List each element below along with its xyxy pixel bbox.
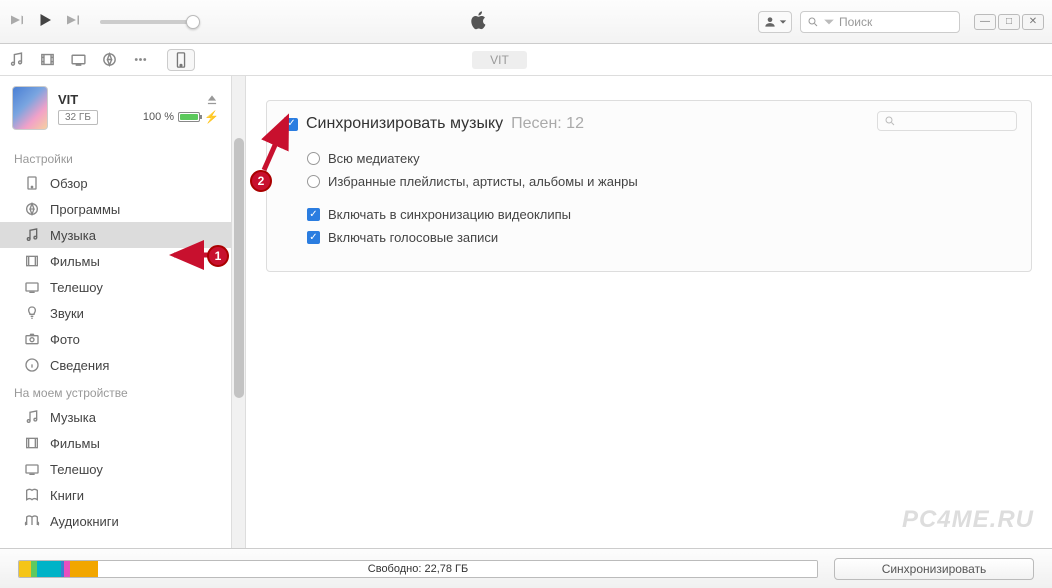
sidebar-item-info[interactable]: Сведения: [0, 352, 231, 378]
main-area: VIT 32 ГБ 100 % ⚡ Настройки Обзор Програ…: [0, 76, 1052, 548]
device-pill: VIT: [472, 51, 527, 69]
movies-tab-icon[interactable]: [39, 51, 56, 68]
top-toolbar: Поиск — □ ✕: [0, 0, 1052, 44]
apps-tab-icon[interactable]: [101, 51, 118, 68]
prev-icon[interactable]: [8, 11, 26, 32]
ondevice-item-books[interactable]: Книги: [0, 482, 231, 508]
maximize-button[interactable]: □: [998, 14, 1020, 30]
sidebar-scrollbar[interactable]: [232, 76, 246, 548]
library-tabs: VIT: [0, 44, 1052, 76]
sync-music-checkbox[interactable]: [285, 118, 298, 131]
search-placeholder: Поиск: [839, 15, 872, 29]
account-button[interactable]: [758, 11, 792, 33]
play-icon[interactable]: [36, 11, 54, 32]
more-tab-icon[interactable]: [132, 51, 149, 68]
battery-status: 100 % ⚡: [143, 110, 219, 124]
bottom-bar: Свободно: 22,78 ГБ Синхронизировать: [0, 548, 1052, 588]
ondevice-heading: На моем устройстве: [0, 378, 231, 404]
close-button[interactable]: ✕: [1022, 14, 1044, 30]
playback-controls: [8, 11, 200, 32]
device-name: VIT: [58, 92, 133, 107]
device-button[interactable]: [167, 49, 195, 71]
eject-icon[interactable]: [205, 95, 219, 110]
sync-title: Синхронизировать музыку: [306, 115, 503, 133]
storage-free-label: Свободно: 22,78 ГБ: [368, 563, 468, 575]
sync-music-panel: Синхронизировать музыку Песен: 12 Всю ме…: [266, 100, 1032, 272]
sidebar-item-movies[interactable]: Фильмы: [0, 248, 231, 274]
sidebar-item-overview[interactable]: Обзор: [0, 170, 231, 196]
sidebar-item-sounds[interactable]: Звуки: [0, 300, 231, 326]
device-thumbnail-icon: [12, 86, 48, 130]
apple-logo-icon: [468, 9, 490, 34]
next-icon[interactable]: [64, 11, 82, 32]
sidebar-item-apps[interactable]: Программы: [0, 196, 231, 222]
ondevice-item-music[interactable]: Музыка: [0, 404, 231, 430]
checkbox-include-voice[interactable]: Включать голосовые записи: [285, 226, 1013, 249]
sidebar: VIT 32 ГБ 100 % ⚡ Настройки Обзор Програ…: [0, 76, 232, 548]
ondevice-item-audiobooks[interactable]: Аудиокниги: [0, 508, 231, 534]
panel-search-input[interactable]: [877, 111, 1017, 131]
sidebar-item-tvshows[interactable]: Телешоу: [0, 274, 231, 300]
radio-selected-playlists[interactable]: Избранные плейлисты, артисты, альбомы и …: [285, 170, 1013, 193]
charging-icon: ⚡: [204, 110, 219, 124]
ondevice-item-tvshows[interactable]: Телешоу: [0, 456, 231, 482]
battery-icon: [178, 112, 200, 122]
checkbox-include-videos[interactable]: Включать в синхронизацию видеоклипы: [285, 203, 1013, 226]
radio-entire-library[interactable]: Всю медиатеку: [285, 147, 1013, 170]
sidebar-item-photos[interactable]: Фото: [0, 326, 231, 352]
settings-heading: Настройки: [0, 144, 231, 170]
search-input[interactable]: Поиск: [800, 11, 960, 33]
ondevice-item-movies[interactable]: Фильмы: [0, 430, 231, 456]
tv-tab-icon[interactable]: [70, 51, 87, 68]
song-count: Песен: 12: [511, 115, 584, 133]
content-panel: Синхронизировать музыку Песен: 12 Всю ме…: [246, 76, 1052, 548]
sync-button[interactable]: Синхронизировать: [834, 558, 1034, 580]
storage-bar: Свободно: 22,78 ГБ: [18, 560, 818, 578]
device-storage: 32 ГБ: [58, 110, 98, 125]
device-header: VIT 32 ГБ 100 % ⚡: [0, 76, 231, 144]
music-tab-icon[interactable]: [8, 51, 25, 68]
window-controls: — □ ✕: [974, 14, 1044, 30]
sidebar-item-music[interactable]: Музыка: [0, 222, 231, 248]
volume-slider[interactable]: [100, 20, 200, 24]
minimize-button[interactable]: —: [974, 14, 996, 30]
